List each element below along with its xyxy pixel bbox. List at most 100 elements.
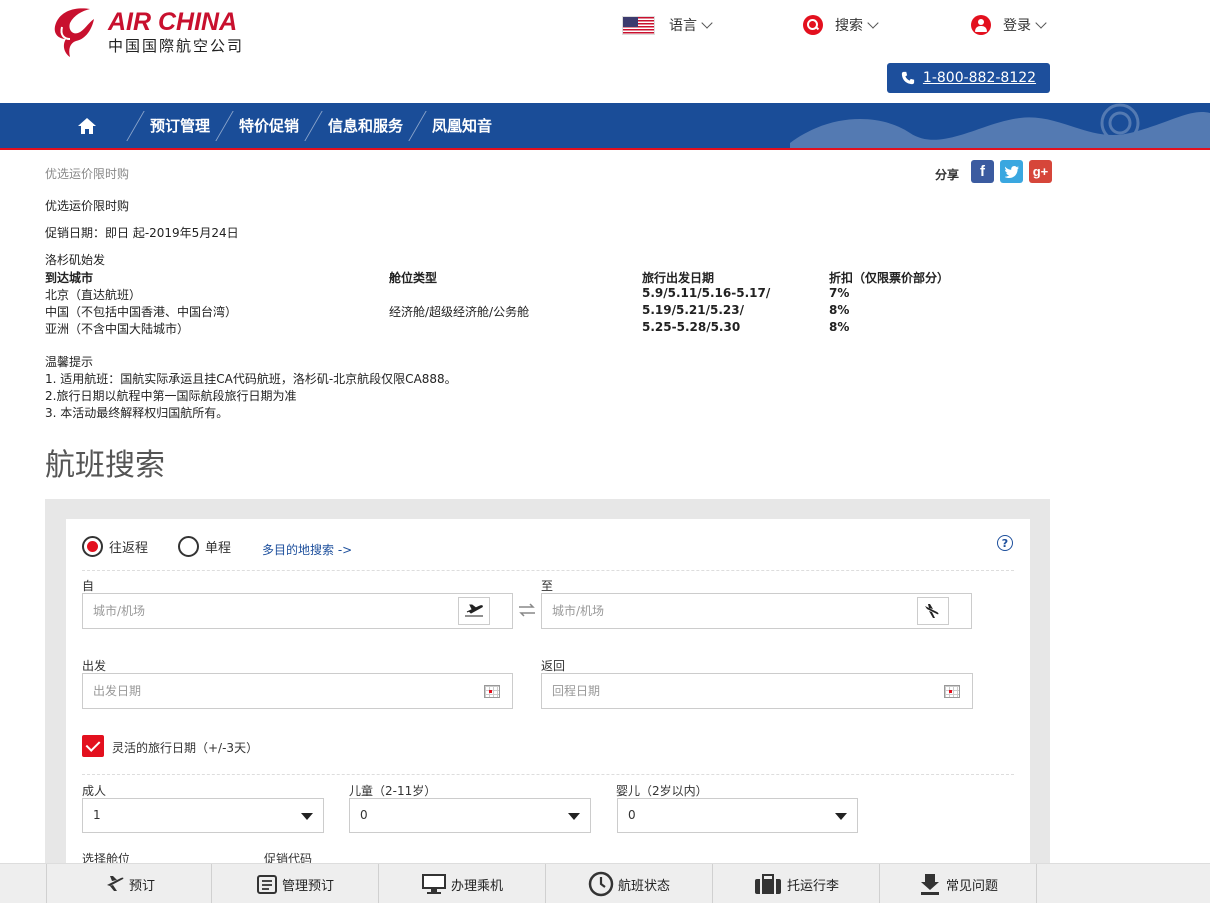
child-label: 儿童（2-11岁） [349, 784, 437, 798]
help-icon[interactable]: ? [997, 535, 1013, 551]
brand-name-cn: 中国国際航空公司 [108, 37, 245, 55]
departure-airport-button[interactable] [458, 597, 490, 625]
dates-cell: 5.19/5.21/5.23/ [642, 303, 744, 317]
return-label: 返回 [541, 659, 566, 673]
cloud-pattern-decoration [790, 103, 1210, 148]
multi-destination-link[interactable]: 多目的地搜索 -> [262, 541, 352, 558]
discount-cell: 8% [829, 303, 850, 317]
bottom-book-button[interactable]: 预订 [46, 864, 212, 903]
share-label: 分享 [935, 168, 960, 182]
bottom-faq-button[interactable]: 常见问题 [880, 864, 1037, 903]
round-trip-radio[interactable]: 往返程 [82, 536, 148, 557]
brand-name-en: AIR CHINA [108, 8, 238, 36]
infant-value: 0 [628, 808, 636, 822]
chevron-down-icon [701, 17, 713, 29]
google-plus-icon[interactable]: g+ [1029, 160, 1053, 183]
dropdown-caret-icon [835, 813, 847, 820]
luggage-icon [754, 874, 781, 894]
to-field[interactable] [541, 593, 972, 629]
flexible-dates-label: 灵活的旅行日期（+/-3天） [112, 741, 259, 755]
nav-item-booking-management[interactable]: 预订管理 [150, 115, 210, 136]
arrival-airport-button[interactable] [917, 597, 949, 625]
discount-cell: 8% [829, 320, 850, 334]
share-bar: 分享 f g+ [935, 160, 1053, 183]
us-flag-icon [622, 15, 655, 35]
adult-label: 成人 [82, 784, 107, 798]
from-field[interactable] [82, 593, 513, 629]
download-icon [920, 874, 939, 895]
nav-item-info-services[interactable]: 信息和服务 [328, 115, 403, 136]
nav-item-special-offers[interactable]: 特价促销 [239, 115, 299, 136]
calendar-icon[interactable] [484, 685, 500, 698]
from-input[interactable] [83, 594, 512, 628]
divider [82, 570, 1014, 571]
site-header: AIR CHINA 中国国際航空公司 语言 搜索 登录 1-800-882-81… [0, 0, 1210, 103]
bottom-baggage-label: 托运行李 [786, 878, 839, 894]
nav-divider [215, 110, 234, 141]
adult-select[interactable]: 1 [82, 798, 324, 833]
nav-item-phoenix-miles[interactable]: 凤凰知音 [432, 115, 492, 136]
depart-date-field[interactable] [82, 673, 513, 709]
search-icon [803, 15, 823, 35]
bottom-checkin-button[interactable]: 办理乘机 [379, 864, 546, 903]
return-date-field[interactable] [541, 673, 973, 709]
from-label: 自 [82, 579, 95, 593]
child-select[interactable]: 0 [349, 798, 591, 833]
return-date-input[interactable] [542, 674, 972, 708]
calendar-icon[interactable] [944, 685, 960, 698]
home-icon[interactable] [77, 117, 97, 135]
phone-icon [901, 71, 915, 85]
search-menu[interactable]: 搜索 [803, 13, 879, 37]
infant-select[interactable]: 0 [617, 798, 858, 833]
depart-label: 出发 [82, 659, 107, 673]
twitter-icon[interactable] [1000, 160, 1024, 183]
notes-title: 温馨提示 [45, 355, 94, 369]
nav-divider [304, 110, 323, 141]
phoenix-logo-icon [54, 8, 94, 57]
chevron-down-icon [1035, 17, 1047, 29]
clock-icon [588, 871, 614, 897]
depart-date-input[interactable] [83, 674, 512, 708]
round-trip-label: 往返程 [109, 541, 149, 556]
landing-plane-icon [925, 604, 939, 618]
swap-icon[interactable] [518, 602, 536, 618]
login-label: 登录 [1003, 18, 1031, 34]
radio-selected-icon [82, 536, 103, 557]
bottom-flight-status-button[interactable]: 航班状态 [546, 864, 713, 903]
facebook-icon[interactable]: f [971, 160, 995, 183]
nav-divider [408, 110, 427, 141]
flexible-dates-checkbox[interactable] [82, 735, 104, 757]
bottom-flight-status-label: 航班状态 [617, 878, 670, 894]
dropdown-caret-icon [301, 813, 313, 820]
language-selector[interactable]: 语言 [622, 13, 713, 37]
divider [82, 774, 1014, 775]
breadcrumb: 优选运价限时购 [45, 167, 130, 181]
air-china-logo[interactable]: AIR CHINA 中国国際航空公司 [48, 5, 244, 59]
column-header: 折扣（仅限票价部分） [829, 271, 950, 285]
one-way-radio[interactable]: 单程 [178, 536, 231, 557]
bottom-manage-button[interactable]: 管理预订 [212, 864, 379, 903]
city-cell: 北京（直达航班） [45, 288, 142, 302]
dates-cell: 5.25-5.28/5.30 [642, 320, 741, 334]
user-icon [971, 15, 991, 35]
to-input[interactable] [542, 594, 971, 628]
bottom-baggage-button[interactable]: 托运行李 [713, 864, 880, 903]
plane-icon [104, 876, 124, 891]
to-label: 至 [541, 579, 554, 593]
cabin-cell: 经济舱/超级经济舱/公务舱 [389, 305, 530, 319]
column-header: 旅行出发日期 [642, 271, 715, 285]
document-icon [256, 875, 277, 894]
login-menu[interactable]: 登录 [971, 13, 1047, 37]
promo-title: 优选运价限时购 [45, 199, 130, 213]
takeoff-plane-icon [465, 604, 483, 617]
phone-button[interactable]: 1-800-882-8122 [887, 63, 1050, 93]
dropdown-caret-icon [568, 813, 580, 820]
dates-cell: 5.9/5.11/5.16-5.17/ [642, 286, 771, 300]
child-value: 0 [360, 808, 368, 822]
note-item: 3. 本活动最终解释权归国航所有。 [45, 406, 229, 420]
note-item: 1. 适用航班：国航实际承运且挂CA代码航班，洛杉矶-北京航段仅限CA888。 [45, 372, 457, 386]
language-label: 语言 [669, 18, 697, 34]
bottom-checkin-label: 办理乘机 [450, 878, 503, 894]
phone-number: 1-800-882-8122 [922, 70, 1037, 86]
one-way-label: 单程 [205, 541, 232, 556]
